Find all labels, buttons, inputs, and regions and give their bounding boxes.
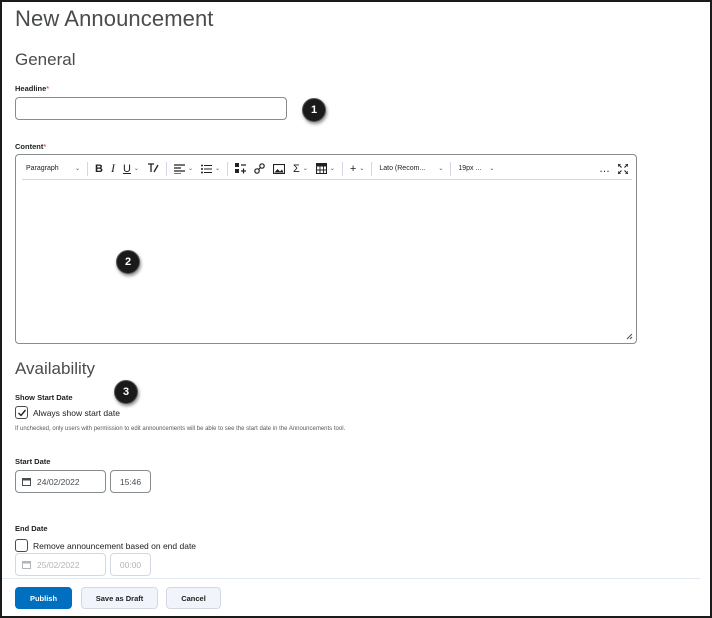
chevron-down-icon: ⌄ xyxy=(302,166,308,172)
section-general-title: General xyxy=(15,50,76,69)
insert-stuff-button[interactable] xyxy=(231,159,250,179)
end-date-input: 25/02/2022 xyxy=(15,553,106,576)
insert-stuff-icon xyxy=(235,163,246,174)
required-mark: * xyxy=(46,84,50,93)
align-dropdown[interactable]: ⌄ xyxy=(170,159,197,179)
text-color-icon xyxy=(147,163,159,173)
toolbar-divider xyxy=(87,161,88,176)
remove-on-end-date-checkbox[interactable] xyxy=(15,539,28,552)
list-dropdown[interactable]: ⌄ xyxy=(197,159,224,179)
insert-dropdown[interactable]: + ⌄ xyxy=(346,159,368,179)
headline-label: Headline* xyxy=(15,84,49,93)
bullet-list-icon xyxy=(200,164,212,173)
equation-dropdown[interactable]: Σ ⌄ xyxy=(289,159,312,179)
fullscreen-button[interactable] xyxy=(614,159,632,179)
chevron-down-icon: ⌄ xyxy=(74,166,80,172)
show-start-date-label: Show Start Date xyxy=(15,393,73,402)
remove-on-end-date-label: Remove announcement based on end date xyxy=(33,540,197,551)
chevron-down-icon: ⌄ xyxy=(214,166,220,172)
required-mark: * xyxy=(43,142,47,151)
toolbar-divider xyxy=(165,161,167,176)
headline-label-text: Headline xyxy=(15,84,47,93)
chevron-down-icon: ⌄ xyxy=(187,166,193,172)
callout-badge-3: 3 xyxy=(114,380,138,404)
chevron-down-icon: ⌄ xyxy=(438,166,444,172)
start-time-input[interactable]: 15:46 xyxy=(110,470,151,493)
page-title: New Announcement xyxy=(15,6,214,31)
announcement-window: New Announcement General Headline* 1 Con… xyxy=(0,0,712,618)
checkmark-icon xyxy=(17,409,26,417)
section-availability-title: Availability xyxy=(15,359,96,378)
end-date-value: 25/02/2022 xyxy=(37,559,80,570)
italic-button[interactable]: I xyxy=(107,159,119,179)
chevron-down-icon: ⌄ xyxy=(359,166,365,172)
table-icon xyxy=(315,163,327,174)
toolbar-divider xyxy=(450,161,452,176)
toolbar-divider xyxy=(371,161,373,176)
callout-badge-2: 2 xyxy=(116,250,140,274)
remove-on-end-date-row[interactable]: Remove announcement based on end date xyxy=(15,539,196,552)
fullscreen-icon xyxy=(618,163,628,174)
content-label-text: Content xyxy=(15,142,44,151)
save-as-draft-button[interactable]: Save as Draft xyxy=(81,587,158,609)
align-left-icon xyxy=(173,163,185,174)
image-icon xyxy=(273,163,285,174)
always-show-start-date-checkbox[interactable] xyxy=(15,406,28,419)
insert-image-button[interactable] xyxy=(269,159,289,179)
underline-dropdown[interactable]: U ⌄ xyxy=(119,159,143,179)
insert-link-button[interactable] xyxy=(250,159,269,179)
link-icon xyxy=(254,163,265,174)
sigma-icon: Σ xyxy=(293,162,300,175)
font-size-label: 19px ... xyxy=(458,165,482,172)
text-color-button[interactable] xyxy=(143,159,163,179)
font-family-dropdown[interactable]: Lato (Recom... ⌄ xyxy=(375,159,447,179)
cancel-button[interactable]: Cancel xyxy=(166,587,221,609)
form-footer: Publish Save as Draft Cancel xyxy=(2,578,708,616)
paragraph-format-dropdown[interactable]: Paragraph ⌄ xyxy=(22,159,84,179)
start-date-label: Start Date xyxy=(15,457,51,466)
toolbar-divider xyxy=(227,161,228,176)
chevron-down-icon: ⌄ xyxy=(489,166,495,172)
editor-toolbar: Paragraph ⌄ B I U ⌄ ⌄ ⌄ Σ ⌄ ⌄ + ⌄ Lato (… xyxy=(22,158,632,180)
content-editor[interactable]: Paragraph ⌄ B I U ⌄ ⌄ ⌄ Σ ⌄ ⌄ + ⌄ Lato (… xyxy=(15,154,637,344)
font-family-label: Lato (Recom... xyxy=(379,165,426,172)
calendar-icon xyxy=(22,478,31,486)
resize-grip-icon[interactable] xyxy=(625,332,633,340)
start-date-help-text: If unchecked, only users with permission… xyxy=(15,426,346,432)
start-date-value: 24/02/2022 xyxy=(37,476,80,487)
more-actions-button[interactable]: … xyxy=(595,159,614,179)
end-date-label: End Date xyxy=(15,524,48,533)
bold-button[interactable]: B xyxy=(91,159,107,179)
vertical-scrollbar[interactable] xyxy=(700,2,710,616)
calendar-icon xyxy=(22,561,31,569)
headline-input[interactable] xyxy=(15,97,287,120)
paragraph-format-label: Paragraph xyxy=(26,165,59,172)
chevron-down-icon: ⌄ xyxy=(133,166,139,172)
form-scroll-area[interactable]: New Announcement General Headline* 1 Con… xyxy=(2,2,700,616)
publish-button[interactable]: Publish xyxy=(15,587,72,609)
always-show-start-date-row[interactable]: Always show start date xyxy=(15,406,120,419)
font-size-dropdown[interactable]: 19px ... ⌄ xyxy=(454,159,498,179)
content-label: Content* xyxy=(15,142,46,151)
underline-label: U xyxy=(122,162,131,175)
end-time-input: 00:00 xyxy=(110,553,151,576)
plus-icon: + xyxy=(349,162,357,175)
table-dropdown[interactable]: ⌄ xyxy=(312,159,339,179)
chevron-down-icon: ⌄ xyxy=(329,166,335,172)
start-date-input[interactable]: 24/02/2022 xyxy=(15,470,106,493)
toolbar-divider xyxy=(341,161,343,176)
callout-badge-1: 1 xyxy=(302,98,326,122)
always-show-start-date-label: Always show start date xyxy=(33,407,120,418)
